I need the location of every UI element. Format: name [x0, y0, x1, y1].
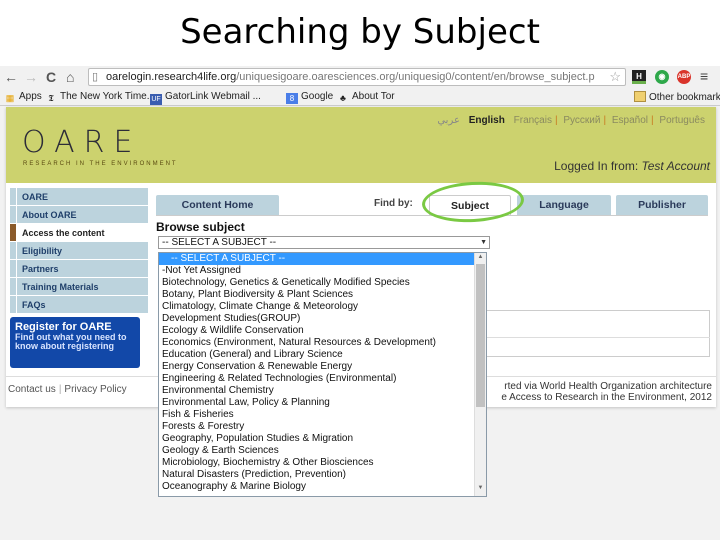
bookmark-star-icon[interactable]: ☆	[609, 69, 621, 85]
lang-arabic[interactable]: عربي	[434, 115, 463, 126]
subject-dropdown-list[interactable]: -- SELECT A SUBJECT -- -Not Yet Assigned B…	[158, 252, 487, 497]
lang-english[interactable]: English	[466, 115, 508, 126]
subject-option[interactable]: Oceanography & Marine Biology	[159, 481, 486, 493]
sidebar-item-training[interactable]: Training Materials	[10, 278, 148, 296]
lang-portuguese[interactable]: Português	[656, 115, 708, 126]
bookmark-about-tor[interactable]: ♣ About Tor	[337, 91, 395, 104]
adblock-icon[interactable]: ABP	[677, 70, 691, 84]
bookmark-google[interactable]: 8 Google	[286, 91, 333, 104]
bookmarks-bar: ▦ Apps 𝕿 The New York Time... UF GatorLink …	[0, 88, 720, 106]
lang-spanish[interactable]: Español	[609, 115, 651, 126]
sidebar-item-access-content[interactable]: Access the content	[10, 224, 148, 242]
subject-option[interactable]: Ecology & Wildlife Conservation	[159, 325, 486, 337]
sidebar-item-about[interactable]: About OARE	[10, 206, 148, 224]
bookmark-nyt[interactable]: 𝕿 The New York Time...	[45, 91, 155, 104]
register-button[interactable]: Register for OARE Find out what you need…	[10, 317, 140, 368]
slide-title: Searching by Subject	[180, 12, 540, 52]
sidebar-nav: OARE About OARE Access the content Eligi…	[10, 188, 148, 314]
language-bar: عربي English Français | Русский | Español |…	[434, 115, 708, 126]
subject-option[interactable]: Botany, Plant Biodiversity & Plant Scien…	[159, 289, 486, 301]
lang-french[interactable]: Français	[511, 115, 555, 126]
menu-icon[interactable]: ≡	[700, 68, 708, 84]
bookmark-gatorlink[interactable]: UF GatorLink Webmail ...	[150, 91, 261, 105]
subject-option[interactable]: Development Studies(GROUP)	[159, 313, 486, 325]
subject-option[interactable]: Microbiology, Biochemistry & Other Biosc…	[159, 457, 486, 469]
scroll-up-icon[interactable]: ▲	[475, 254, 486, 264]
subject-option[interactable]: Energy Conservation & Renewable Energy	[159, 361, 486, 373]
tab-content-home[interactable]: Content Home	[156, 195, 279, 215]
folder-icon	[634, 91, 646, 102]
register-desc: Find out what you need to know about reg…	[15, 332, 127, 351]
subject-select[interactable]: -- SELECT A SUBJECT -- ▼	[158, 236, 490, 249]
page-icon: ▯	[92, 71, 99, 83]
chevron-down-icon: ▼	[480, 239, 487, 246]
address-bar[interactable]: ▯ oarelogin.research4life.org/uniquesigoa…	[88, 68, 626, 86]
tabs-divider	[156, 215, 708, 216]
footer-links: Contact us | Privacy Policy	[8, 384, 127, 395]
sidebar-item-oare[interactable]: OARE	[10, 188, 148, 206]
extension-h-icon[interactable]: H	[632, 70, 646, 84]
footer-credit: rted via World Health Organization archi…	[501, 381, 712, 403]
options-container: -- SELECT A SUBJECT -- -Not Yet Assigned B…	[159, 253, 486, 493]
browse-subject-heading: Browse subject	[156, 220, 245, 234]
forward-icon[interactable]: →	[24, 68, 38, 86]
subject-option[interactable]: Fish & Fisheries	[159, 409, 486, 421]
oare-logo[interactable]: OARE	[22, 125, 141, 160]
dropdown-scrollbar[interactable]: ▲ ▼	[474, 253, 486, 496]
browser-toolbar: ← → C ⌂ ▯ oarelogin.research4life.org/uni…	[0, 66, 720, 88]
find-by-label: Find by:	[374, 198, 413, 209]
account-name: Test Account	[641, 159, 710, 173]
google-icon: 8	[286, 93, 298, 104]
logged-in-status: Logged In from: Test Account	[554, 159, 710, 173]
subject-option[interactable]: Environmental Law, Policy & Planning	[159, 397, 486, 409]
sidebar-item-faqs[interactable]: FAQs	[10, 296, 148, 314]
ghostery-icon[interactable]: ◉	[655, 70, 669, 84]
subject-option[interactable]: Forests & Forestry	[159, 421, 486, 433]
content-panel	[486, 310, 710, 357]
uf-icon: UF	[150, 94, 162, 105]
subject-option[interactable]: Education (General) and Library Science	[159, 349, 486, 361]
subject-option[interactable]: Biotechnology, Genetics & Genetically Mo…	[159, 277, 486, 289]
contact-us-link[interactable]: Contact us	[8, 384, 56, 395]
subject-option[interactable]: -- SELECT A SUBJECT --	[159, 253, 486, 265]
site-header: OARE RESEARCH IN THE ENVIRONMENT عربي En…	[6, 107, 716, 183]
subject-option[interactable]: Engineering & Related Technologies (Envi…	[159, 373, 486, 385]
subject-option[interactable]: Geology & Earth Sciences	[159, 445, 486, 457]
subject-option[interactable]: Environmental Chemistry	[159, 385, 486, 397]
logo-tagline: RESEARCH IN THE ENVIRONMENT	[23, 161, 178, 167]
bookmark-apps[interactable]: ▦ Apps	[4, 91, 42, 104]
panel-divider	[486, 337, 710, 338]
scroll-down-icon[interactable]: ▼	[475, 485, 486, 495]
apps-icon: ▦	[5, 93, 15, 103]
subject-option[interactable]: Natural Disasters (Prediction, Preventio…	[159, 469, 486, 481]
tor-icon: ♣	[340, 93, 346, 103]
tab-language[interactable]: Language	[517, 195, 611, 215]
scrollbar-thumb[interactable]	[476, 264, 485, 407]
back-icon[interactable]: ←	[4, 68, 18, 86]
url-path: /uniquesigoare.oaresciences.org/uniquesi…	[236, 71, 595, 83]
privacy-policy-link[interactable]: Privacy Policy	[64, 384, 126, 395]
nyt-icon: 𝕿	[48, 93, 54, 103]
home-icon[interactable]: ⌂	[66, 68, 74, 86]
subject-option[interactable]: Geography, Population Studies & Migratio…	[159, 433, 486, 445]
url-host: oarelogin.research4life.org	[106, 71, 237, 83]
tab-subject[interactable]: Subject	[429, 195, 511, 215]
sidebar-item-eligibility[interactable]: Eligibility	[10, 242, 148, 260]
sidebar-item-partners[interactable]: Partners	[10, 260, 148, 278]
tab-publisher[interactable]: Publisher	[616, 195, 708, 215]
bookmark-other[interactable]: Other bookmarks	[634, 91, 720, 103]
subject-option[interactable]: Climatology, Climate Change & Meteorolog…	[159, 301, 486, 313]
lang-russian[interactable]: Русский	[560, 115, 603, 126]
reload-icon[interactable]: C	[46, 68, 56, 86]
subject-option[interactable]: -Not Yet Assigned	[159, 265, 486, 277]
subject-option[interactable]: Economics (Environment, Natural Resource…	[159, 337, 486, 349]
